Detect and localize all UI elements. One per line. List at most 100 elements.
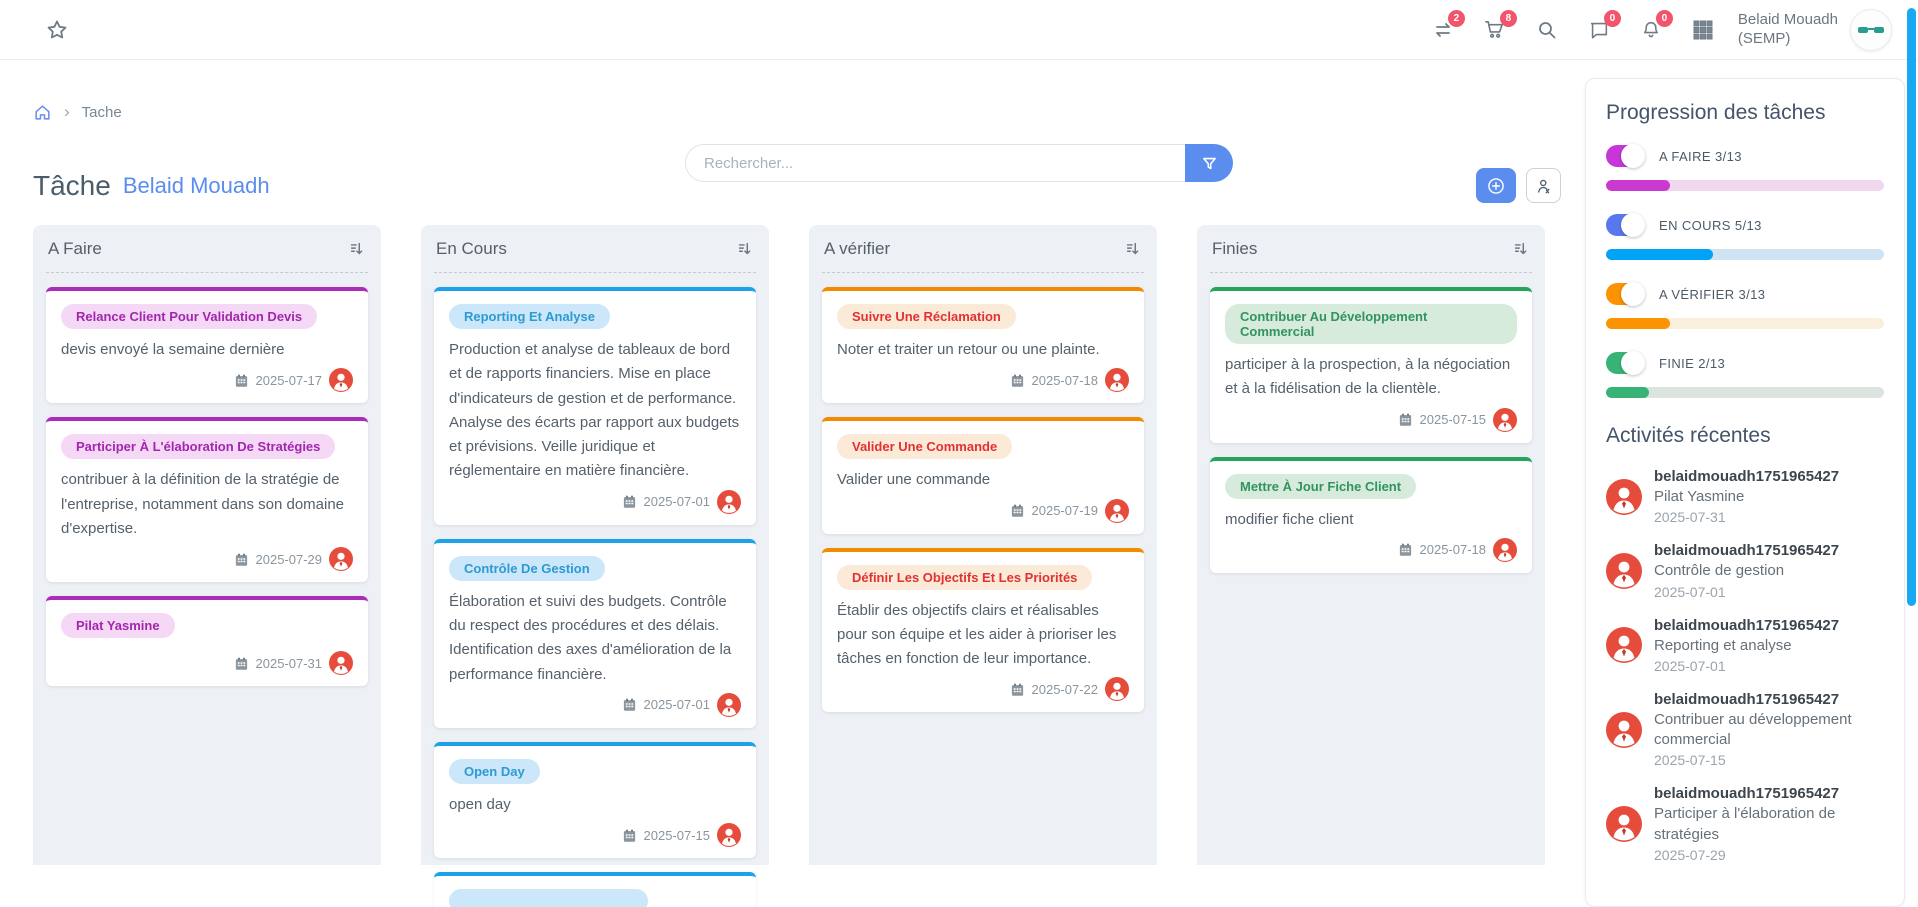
add-task-button[interactable] — [1476, 168, 1516, 203]
sort-icon[interactable] — [736, 240, 754, 258]
task-tag: Open Day — [449, 759, 540, 784]
task-text: Élaboration et suivi des budgets. Contrô… — [449, 590, 741, 687]
progress-toggle[interactable] — [1606, 352, 1644, 374]
task-footer: 2025-07-18 — [837, 368, 1129, 392]
user-avatar[interactable] — [1850, 9, 1892, 51]
progress-bar — [1606, 249, 1884, 260]
activity-date: 2025-07-01 — [1654, 658, 1839, 674]
progress-item: FINIE 2/13 — [1606, 352, 1884, 398]
task-card[interactable]: Participer À L'élaboration De Stratégies… — [46, 417, 368, 582]
progress-label: A FAIRE 3/13 — [1659, 149, 1742, 164]
calendar-icon — [622, 697, 637, 712]
breadcrumb-page: Tache — [82, 104, 122, 121]
activity-user: belaidmouadh1751965427 — [1654, 617, 1839, 634]
cart-icon[interactable]: 8 — [1482, 17, 1508, 43]
assignee-avatar — [1105, 368, 1129, 392]
favorite-star-icon[interactable] — [44, 17, 70, 43]
activity-action: Reporting et analyse — [1654, 636, 1839, 656]
task-card[interactable]: Relance Client Pour Validation Devis dev… — [46, 287, 368, 403]
activity-body: belaidmouadh1751965427 Participer à l'él… — [1654, 785, 1884, 863]
filter-button[interactable] — [1185, 144, 1233, 182]
sort-icon[interactable] — [348, 240, 366, 258]
task-card[interactable] — [434, 872, 756, 907]
sort-icon[interactable] — [1124, 240, 1142, 258]
progress-toggle[interactable] — [1606, 214, 1644, 236]
progress-label: EN COURS 5/13 — [1659, 218, 1762, 233]
progress-item: A VÉRIFIER 3/13 — [1606, 283, 1884, 329]
kanban-column: En Cours Reporting Et Analyse Production… — [421, 225, 769, 865]
task-text: devis envoyé la semaine dernière — [61, 338, 353, 362]
task-date: 2025-07-01 — [644, 697, 711, 712]
progress-bar-fill — [1606, 318, 1670, 329]
task-text: Établir des objectifs clairs et réalisab… — [837, 599, 1129, 672]
assignee-avatar — [329, 651, 353, 675]
home-icon[interactable] — [33, 103, 52, 122]
chat-icon[interactable]: 0 — [1586, 17, 1612, 43]
task-date: 2025-07-31 — [256, 656, 323, 671]
calendar-icon — [1010, 503, 1025, 518]
swap-icon[interactable]: 2 — [1430, 17, 1456, 43]
page-scrollbar[interactable] — [1907, 8, 1916, 606]
task-text: contribuer à la définition de la stratég… — [61, 468, 353, 541]
activity-avatar — [1606, 627, 1642, 663]
task-date: 2025-07-22 — [1032, 682, 1099, 697]
search-bar — [685, 144, 1233, 182]
calendar-icon — [234, 373, 249, 388]
search-icon[interactable] — [1534, 17, 1560, 43]
task-card[interactable]: Suivre Une Réclamation Noter et traiter … — [822, 287, 1144, 403]
task-card[interactable]: Contrôle De Gestion Élaboration et suivi… — [434, 539, 756, 728]
task-card[interactable]: Mettre À Jour Fiche Client modifier fich… — [1210, 457, 1532, 573]
breadcrumb-separator: › — [64, 102, 70, 122]
page-title: Tâche — [33, 170, 111, 202]
calendar-icon — [622, 494, 637, 509]
page-subtitle: Belaid Mouadh — [123, 173, 270, 199]
task-tag: Pilat Yasmine — [61, 613, 175, 638]
activities-title: Activités récentes — [1606, 424, 1884, 448]
progress-bar — [1606, 387, 1884, 398]
task-text: Noter et traiter un retour ou une plaint… — [837, 338, 1129, 362]
task-card[interactable]: Open Day open day 2025-07-15 — [434, 742, 756, 858]
task-tag: Mettre À Jour Fiche Client — [1225, 474, 1416, 499]
column-title: Finies — [1212, 239, 1257, 259]
sidebar: Progression des tâches A FAIRE 3/13 EN C… — [1585, 78, 1905, 907]
sort-icon[interactable] — [1512, 240, 1530, 258]
user-menu[interactable]: Belaid Mouadh (SEMP) — [1738, 9, 1892, 51]
task-text: Production et analyse de tableaux de bor… — [449, 338, 741, 484]
task-card[interactable]: Valider Une Commande Valider une command… — [822, 417, 1144, 533]
task-footer: 2025-07-19 — [837, 499, 1129, 523]
activity-item: belaidmouadh1751965427 Contribuer au dév… — [1606, 691, 1884, 769]
calendar-icon — [234, 656, 249, 671]
progress-toggle[interactable] — [1606, 145, 1644, 167]
search-input[interactable] — [685, 144, 1185, 182]
breadcrumb: › Tache — [33, 102, 1565, 122]
column-cards: Reporting Et Analyse Production et analy… — [434, 287, 756, 907]
task-tag: Suivre Une Réclamation — [837, 304, 1016, 329]
task-card[interactable]: Définir Les Objectifs Et Les Priorités É… — [822, 548, 1144, 713]
navbar-icons: 2 8 0 0 — [1430, 17, 1716, 43]
activity-avatar — [1606, 712, 1642, 748]
activity-action: Contribuer au développement commercial — [1654, 710, 1884, 751]
apps-grid-icon[interactable] — [1690, 17, 1716, 43]
kanban-column: A vérifier Suivre Une Réclamation Noter … — [809, 225, 1157, 865]
chat-badge: 0 — [1604, 10, 1621, 27]
task-date: 2025-07-15 — [644, 828, 711, 843]
task-card[interactable]: Pilat Yasmine 2025-07-31 — [46, 596, 368, 686]
progress-toggle[interactable] — [1606, 283, 1644, 305]
task-card[interactable]: Contribuer Au Développement Commercial p… — [1210, 287, 1532, 443]
progress-item: A FAIRE 3/13 — [1606, 145, 1884, 191]
task-tag: Contribuer Au Développement Commercial — [1225, 304, 1517, 344]
activity-user: belaidmouadh1751965427 — [1654, 691, 1884, 708]
column-header: Finies — [1210, 225, 1532, 273]
activity-user: belaidmouadh1751965427 — [1654, 468, 1839, 485]
column-cards: Suivre Une Réclamation Noter et traiter … — [822, 287, 1144, 712]
calendar-icon — [1398, 542, 1413, 557]
task-footer: 2025-07-15 — [1225, 408, 1517, 432]
swap-badge: 2 — [1448, 10, 1465, 27]
task-tag: Contrôle De Gestion — [449, 556, 605, 581]
activity-avatar — [1606, 553, 1642, 589]
task-card[interactable]: Reporting Et Analyse Production et analy… — [434, 287, 756, 525]
activity-avatar — [1606, 806, 1642, 842]
assignee-avatar — [717, 490, 741, 514]
bell-icon[interactable]: 0 — [1638, 17, 1664, 43]
assign-user-button[interactable] — [1526, 168, 1561, 203]
